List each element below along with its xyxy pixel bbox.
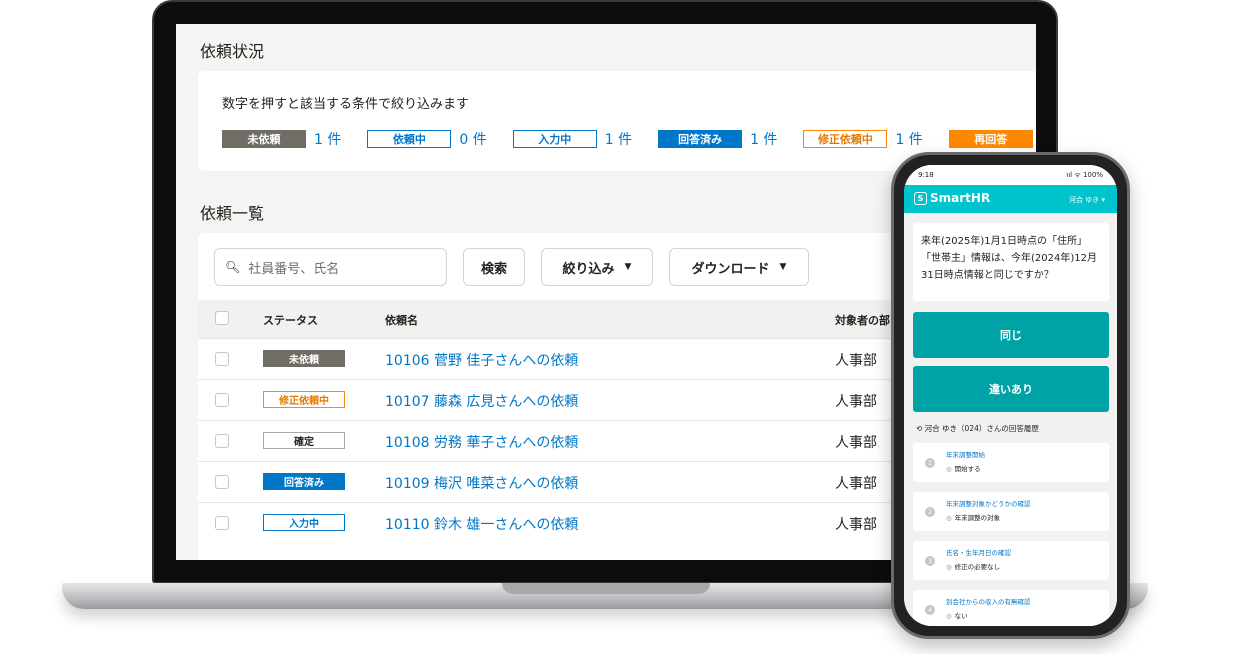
request-link[interactable]: 10106 菅野 佳子さんへの依頼 bbox=[385, 350, 578, 370]
status-chip-revision: 修正依頼中 bbox=[803, 130, 888, 148]
dept-cell: 人事部 bbox=[835, 476, 877, 492]
header-dept: 対象者の部 bbox=[835, 314, 890, 327]
status-count-unrequested[interactable]: 1 件 bbox=[314, 129, 341, 149]
history-step-number: 3 bbox=[925, 556, 935, 566]
status-hint: 数字を押すと該当する条件で絞り込みます bbox=[222, 97, 470, 112]
status-badge: 入力中 bbox=[263, 514, 345, 531]
search-input[interactable]: 🔍︎ 社員番号、氏名 bbox=[214, 248, 447, 286]
row-checkbox[interactable] bbox=[215, 516, 229, 530]
phone-app-header: S SmartHR 河合 ゆき ▾ bbox=[904, 185, 1117, 213]
history-item[interactable]: 3 氏名・生年月日の確認 ◎ 修正の必要なし bbox=[913, 541, 1109, 580]
phone-status-icons: ııl ᯤ 100% bbox=[1066, 171, 1103, 179]
download-button-label: ダウンロード bbox=[691, 261, 770, 277]
question-card: 来年(2025年)1月1日時点の「住所」「世帯主」情報は、今年(2024年)12… bbox=[913, 223, 1109, 301]
history-step-number: 2 bbox=[925, 507, 935, 517]
answer-dot-icon: ◎ bbox=[946, 563, 952, 571]
status-count-revision[interactable]: 1 件 bbox=[895, 129, 922, 149]
request-link[interactable]: 10110 鈴木 雄一さんへの依頼 bbox=[385, 514, 578, 534]
history-title-text: 河合 ゆき（024）さんの回答履歴 bbox=[924, 424, 1039, 433]
laptop-notch bbox=[502, 583, 710, 594]
history-title: ⟲ 河合 ゆき（024）さんの回答履歴 bbox=[916, 423, 1039, 434]
smarthr-logo: S SmartHR bbox=[914, 191, 990, 205]
history-step-number: 4 bbox=[925, 605, 935, 615]
history-step-answer: ない bbox=[954, 612, 968, 620]
status-chip-reanswer: 再回答 bbox=[948, 130, 1033, 148]
row-checkbox[interactable] bbox=[215, 352, 229, 366]
dept-cell: 人事部 bbox=[835, 353, 877, 369]
status-count-inputting[interactable]: 1 件 bbox=[605, 129, 632, 149]
chevron-down-icon: ▼ bbox=[779, 262, 787, 272]
history-step-label: 年末調整開始 bbox=[946, 451, 985, 459]
history-item[interactable]: 2 年末調整対象かどうかの確認 ◎ 年末調整の対象 bbox=[913, 492, 1109, 531]
search-icon: 🔍︎ bbox=[225, 260, 241, 274]
phone-screen: 9:18 ııl ᯤ 100% S SmartHR 河合 ゆき ▾ 来年(202… bbox=[904, 165, 1117, 626]
history-step-label: 別会社からの収入の有無確認 bbox=[946, 598, 1031, 606]
dept-cell: 人事部 bbox=[835, 435, 877, 451]
select-all-checkbox[interactable] bbox=[215, 311, 229, 325]
answer-dot-icon: ◎ bbox=[946, 612, 952, 620]
history-step-number: 1 bbox=[925, 458, 935, 468]
answer-dot-icon: ◎ bbox=[946, 465, 952, 473]
search-placeholder: 社員番号、氏名 bbox=[248, 261, 340, 277]
status-chip-unrequested: 未依頼 bbox=[222, 130, 306, 148]
phone-time: 9:18 bbox=[918, 171, 934, 179]
status-section-title: 依頼状況 bbox=[200, 42, 265, 61]
header-status: ステータス bbox=[263, 314, 318, 327]
status-chip-row: 未依頼 1 件 依頼中 0 件 入力中 1 件 回答済み 1 件 修正依頼中 1… bbox=[222, 129, 1036, 149]
search-button[interactable]: 検索 bbox=[463, 248, 525, 286]
status-chip-answered: 回答済み bbox=[658, 130, 743, 148]
status-badge: 確定 bbox=[263, 432, 345, 449]
history-item[interactable]: 1 年末調整開始 ◎ 開始する bbox=[913, 443, 1109, 482]
status-count-requesting[interactable]: 0 件 bbox=[459, 129, 486, 149]
phone-status-bar: 9:18 ııl ᯤ 100% bbox=[904, 165, 1117, 185]
user-menu[interactable]: 河合 ゆき ▾ bbox=[1069, 195, 1105, 205]
smarthr-logo-text: SmartHR bbox=[930, 191, 991, 205]
status-badge: 修正依頼中 bbox=[263, 391, 345, 408]
different-button-label: 違いあり bbox=[989, 383, 1033, 396]
status-badge: 未依頼 bbox=[263, 350, 345, 367]
history-step-answer: 修正の必要なし bbox=[954, 563, 1001, 571]
history-step-label: 年末調整対象かどうかの確認 bbox=[946, 500, 1031, 508]
dept-cell: 人事部 bbox=[835, 394, 877, 410]
chevron-down-icon: ▼ bbox=[624, 262, 632, 272]
filter-button-label: 絞り込み bbox=[562, 261, 615, 277]
request-link[interactable]: 10107 藤森 広見さんへの依頼 bbox=[385, 391, 578, 411]
history-step-answer: 開始する bbox=[954, 465, 981, 473]
row-checkbox[interactable] bbox=[215, 393, 229, 407]
status-count-answered[interactable]: 1 件 bbox=[750, 129, 777, 149]
row-checkbox[interactable] bbox=[215, 434, 229, 448]
same-button-label: 同じ bbox=[1000, 329, 1022, 342]
dept-cell: 人事部 bbox=[835, 517, 877, 533]
download-button[interactable]: ダウンロード ▼ bbox=[669, 248, 809, 286]
history-item[interactable]: 4 別会社からの収入の有無確認 ◎ ない bbox=[913, 590, 1109, 626]
history-step-answer: 年末調整の対象 bbox=[954, 514, 1001, 522]
header-request-name: 依頼名 bbox=[385, 314, 418, 327]
history-step-label: 氏名・生年月日の確認 bbox=[946, 549, 1011, 557]
search-button-label: 検索 bbox=[480, 261, 507, 277]
different-button[interactable]: 違いあり bbox=[913, 366, 1109, 412]
filter-button[interactable]: 絞り込み ▼ bbox=[541, 248, 653, 286]
answer-dot-icon: ◎ bbox=[946, 514, 952, 522]
list-section-title: 依頼一覧 bbox=[200, 204, 265, 223]
status-badge: 回答済み bbox=[263, 473, 345, 490]
smarthr-logo-icon: S bbox=[914, 191, 927, 205]
same-button[interactable]: 同じ bbox=[913, 312, 1109, 358]
request-link[interactable]: 10109 梅沢 唯菜さんへの依頼 bbox=[385, 473, 578, 493]
request-link[interactable]: 10108 労務 華子さんへの依頼 bbox=[385, 432, 578, 452]
status-chip-inputting: 入力中 bbox=[512, 130, 597, 148]
history-icon: ⟲ bbox=[916, 424, 925, 433]
status-chip-requesting: 依頼中 bbox=[367, 130, 452, 148]
row-checkbox[interactable] bbox=[215, 475, 229, 489]
